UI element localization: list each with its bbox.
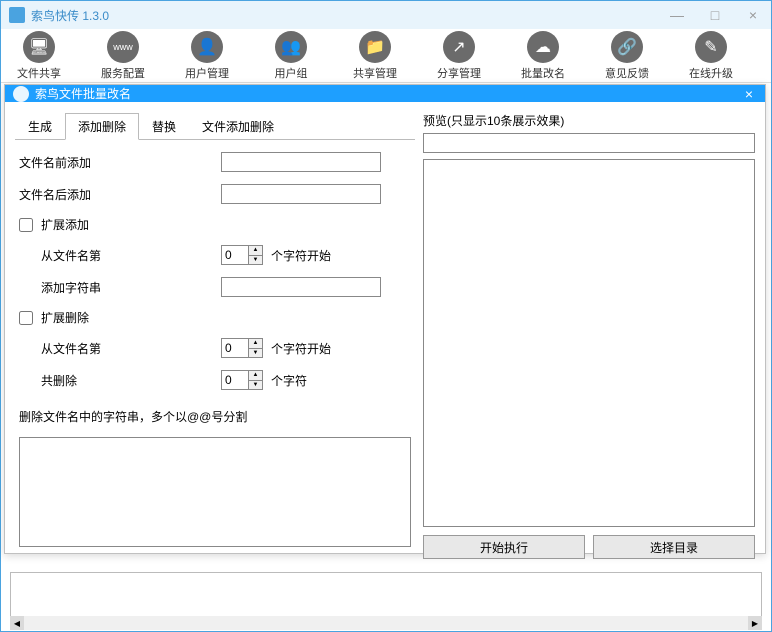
modal-icon [13,86,29,102]
rename-modal: 索鸟文件批量改名 × 生成 添加删除 替换 文件添加删除 文件名前添加 文件名后… [4,84,766,554]
monitor-icon: 🖥 [23,31,55,63]
from-char-del-after: 个字符开始 [271,340,331,357]
user-icon: 👤 [191,31,223,63]
from-char-del-label: 从文件名第 [19,340,105,357]
from-char-spinner[interactable]: ▲▼ [221,245,263,265]
left-panel: 生成 添加删除 替换 文件添加删除 文件名前添加 文件名后添加 [15,112,415,559]
ext-add-checkbox[interactable] [19,218,33,232]
tab-add-delete[interactable]: 添加删除 [65,113,139,140]
spinner-up-icon[interactable]: ▲ [249,246,262,256]
bottom-panel [10,572,762,622]
maximize-button[interactable]: □ [705,7,725,23]
modal-close-button[interactable]: × [741,86,757,102]
toolbar-item-sharelink[interactable]: ↗分享管理 [429,31,489,81]
window-controls: — □ × [667,7,763,23]
choose-dir-button[interactable]: 选择目录 [593,535,755,559]
add-string-input[interactable] [221,277,381,297]
tab-replace[interactable]: 替换 [139,113,189,140]
spinner-down-icon[interactable]: ▼ [249,381,262,390]
suffix-input[interactable] [221,184,381,204]
preview-list [423,159,755,527]
modal-title: 索鸟文件批量改名 [35,85,741,102]
from-char-del-value[interactable] [222,339,248,357]
spinner-up-icon[interactable]: ▲ [249,371,262,381]
tab-file-add-delete[interactable]: 文件添加删除 [189,113,287,140]
modal-body: 生成 添加删除 替换 文件添加删除 文件名前添加 文件名后添加 [5,102,765,569]
toolbar-item-upgrade[interactable]: ✎在线升级 [681,31,741,81]
delete-strings-input[interactable] [19,437,411,547]
spinner-up-icon[interactable]: ▲ [249,339,262,349]
spinner-down-icon[interactable]: ▼ [249,349,262,358]
main-toolbar: 🖥文件共享 www服务配置 👤用户管理 👥用户组 📁共享管理 ↗分享管理 ☁批量… [1,29,771,83]
prefix-input[interactable] [221,152,381,172]
globe-icon: www [107,31,139,63]
suffix-label: 文件名后添加 [19,186,105,203]
from-char-del-spinner[interactable]: ▲▼ [221,338,263,358]
tab-generate[interactable]: 生成 [15,113,65,140]
close-button[interactable]: × [743,7,763,23]
form-area: 文件名前添加 文件名后添加 扩展添加 从文件名第 [15,140,415,559]
right-panel: 预览(只显示10条展示效果) 开始执行 选择目录 [423,112,755,559]
del-count-spinner[interactable]: ▲▼ [221,370,263,390]
scroll-left-button[interactable]: ◀ [10,616,24,630]
cloud-icon: ☁ [527,31,559,63]
toolbar-item-feedback[interactable]: 🔗意见反馈 [597,31,657,81]
folder-icon: 📁 [359,31,391,63]
tab-bar: 生成 添加删除 替换 文件添加删除 [15,112,415,140]
share-icon: ↗ [443,31,475,63]
modal-titlebar[interactable]: 索鸟文件批量改名 × [5,85,765,102]
edit-icon: ✎ [695,31,727,63]
toolbar-item-donate[interactable]: 💬打赏 [765,31,772,81]
app-title: 索鸟快传 1.3.0 [31,7,667,24]
ext-add-label: 扩展添加 [41,216,89,233]
ext-del-checkbox[interactable] [19,311,33,325]
from-char-after: 个字符开始 [271,247,331,264]
spinner-down-icon[interactable]: ▼ [249,256,262,265]
delete-strings-label: 删除文件名中的字符串，多个以@@号分割 [19,408,411,425]
add-string-label: 添加字符串 [19,279,105,296]
toolbar-item-service[interactable]: www服务配置 [93,31,153,81]
link-icon: 🔗 [611,31,643,63]
from-char-value[interactable] [222,246,248,264]
users-icon: 👥 [275,31,307,63]
toolbar-item-fileshare[interactable]: 🖥文件共享 [9,31,69,81]
from-char-label: 从文件名第 [19,247,105,264]
minimize-button[interactable]: — [667,7,687,23]
del-count-label: 共删除 [19,372,105,389]
horizontal-scrollbar[interactable]: ◀ ▶ [10,616,762,630]
scroll-track[interactable] [24,616,748,630]
toolbar-item-users[interactable]: 👤用户管理 [177,31,237,81]
ext-del-label: 扩展删除 [41,309,89,326]
main-titlebar[interactable]: 索鸟快传 1.3.0 — □ × [1,1,771,29]
toolbar-item-groups[interactable]: 👥用户组 [261,31,321,81]
app-icon [9,7,25,23]
scroll-right-button[interactable]: ▶ [748,616,762,630]
start-button[interactable]: 开始执行 [423,535,585,559]
toolbar-item-rename[interactable]: ☁批量改名 [513,31,573,81]
preview-label: 预览(只显示10条展示效果) [423,112,755,129]
toolbar-item-share[interactable]: 📁共享管理 [345,31,405,81]
del-count-value[interactable] [222,371,248,389]
del-count-after: 个字符 [271,372,307,389]
preview-input[interactable] [423,133,755,153]
prefix-label: 文件名前添加 [19,154,105,171]
